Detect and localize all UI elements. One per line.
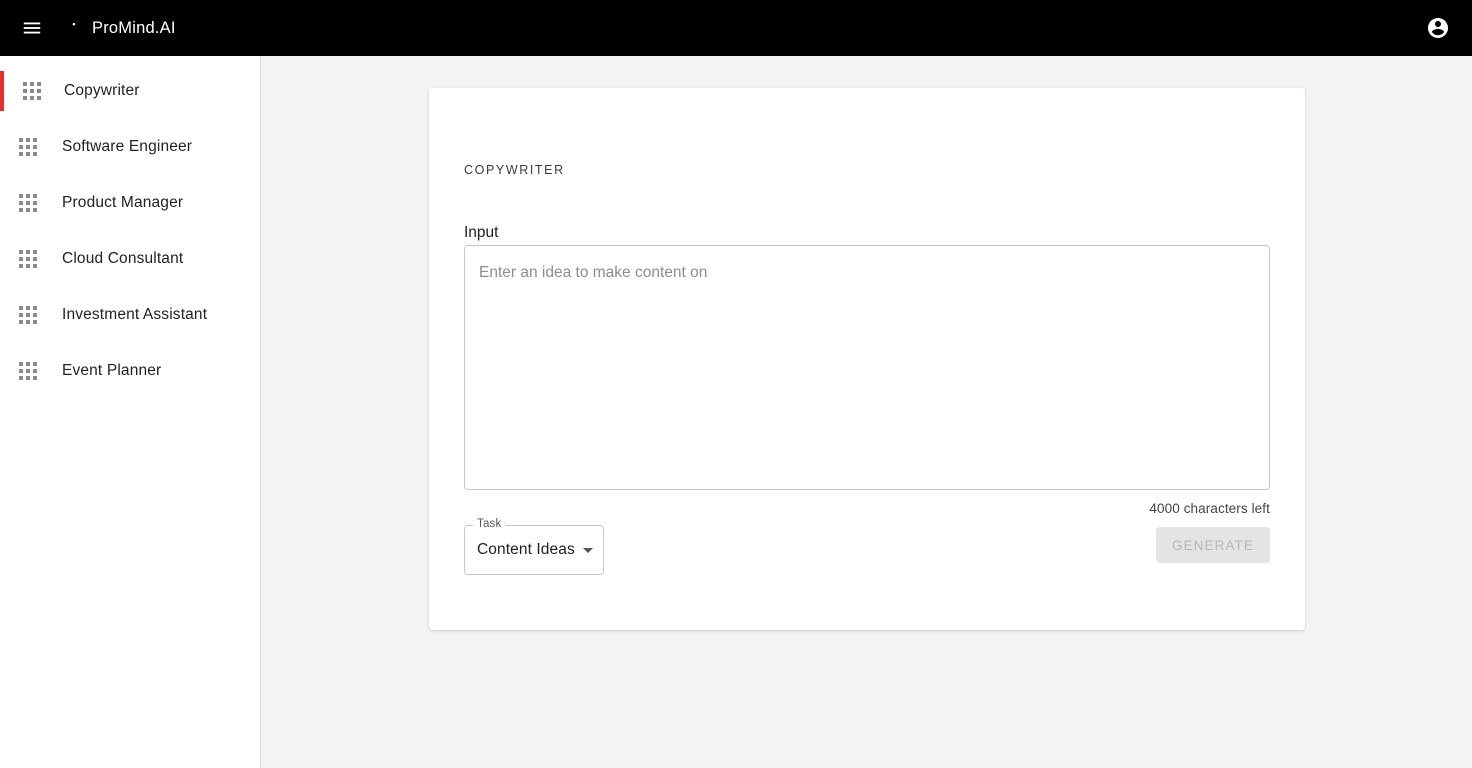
apps-grid-icon	[16, 303, 40, 327]
apps-grid-icon	[16, 247, 40, 271]
task-select-value: Content Ideas	[477, 541, 575, 558]
sidebar-item-software-engineer[interactable]: Software Engineer	[0, 127, 260, 167]
sidebar-item-label: Cloud Consultant	[62, 250, 184, 267]
main-content: COPYWRITER Input 4000 characters left Ta…	[261, 56, 1472, 768]
apps-grid-icon	[16, 191, 40, 215]
sidebar-item-label: Investment Assistant	[62, 306, 208, 323]
sidebar-item-product-manager[interactable]: Product Manager	[0, 183, 260, 223]
apps-grid-icon	[16, 359, 40, 383]
sidebar-item-label: Product Manager	[62, 194, 184, 211]
input-label: Input	[464, 224, 499, 241]
account-circle-icon	[1426, 16, 1450, 40]
apps-grid-icon	[16, 135, 40, 159]
idea-input[interactable]	[464, 245, 1270, 490]
sidebar-item-cloud-consultant[interactable]: Cloud Consultant	[0, 239, 260, 279]
page-title: COPYWRITER	[464, 163, 565, 177]
sidebar-item-label: Event Planner	[62, 362, 162, 379]
copywriter-card: COPYWRITER Input 4000 characters left Ta…	[429, 88, 1305, 630]
chevron-down-icon	[582, 547, 593, 553]
hamburger-menu-icon	[21, 17, 43, 39]
sidebar-item-label: Copywriter	[64, 82, 140, 99]
app-bar: ProMind.AI	[0, 0, 1472, 56]
generate-button[interactable]: GENERATE	[1155, 527, 1270, 563]
sidebar-item-event-planner[interactable]: Event Planner	[0, 351, 260, 391]
sidebar: Copywriter Software Engineer Product Man…	[0, 56, 261, 768]
account-button[interactable]	[1418, 8, 1458, 48]
apps-grid-icon	[20, 79, 44, 103]
task-select[interactable]: Task Content Ideas	[464, 518, 604, 575]
sidebar-item-copywriter[interactable]: Copywriter	[0, 71, 260, 111]
sidebar-item-label: Software Engineer	[62, 138, 193, 155]
menu-button[interactable]	[12, 8, 52, 48]
idea-input-wrapper	[464, 245, 1270, 490]
sidebar-item-investment-assistant[interactable]: Investment Assistant	[0, 295, 260, 335]
psychology-head-icon	[62, 15, 84, 42]
brand-name: ProMind.AI	[92, 18, 176, 37]
task-select-value-row: Content Ideas	[477, 525, 593, 575]
brand-logo[interactable]: ProMind.AI	[62, 15, 176, 42]
character-count: 4000 characters left	[1149, 501, 1270, 516]
